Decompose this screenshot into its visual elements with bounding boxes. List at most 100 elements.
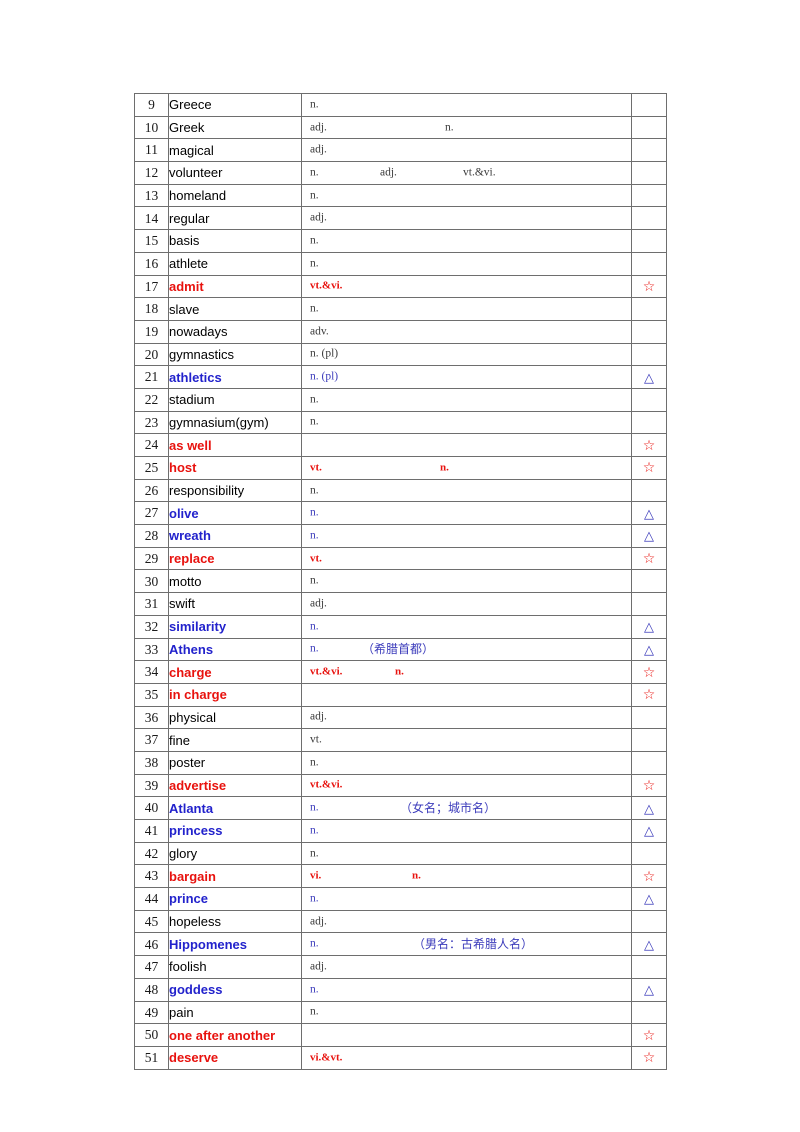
importance-marker-cell — [631, 478, 667, 503]
row-number: 48 — [134, 977, 169, 1002]
importance-marker-cell — [631, 138, 667, 163]
part-of-speech-tag: n. — [310, 483, 319, 496]
row-number: 18 — [134, 297, 169, 321]
importance-marker-cell — [631, 297, 667, 321]
row-number: 21 — [134, 365, 169, 389]
importance-marker-cell: ☆ — [631, 546, 667, 571]
importance-marker-cell — [631, 93, 667, 117]
part-of-speech-cell: vi. n. — [301, 864, 632, 889]
part-of-speech-cell: n. — [301, 93, 632, 117]
part-of-speech-cell: vi.&vt. — [301, 1045, 632, 1070]
part-of-speech-cell: n. — [301, 478, 632, 503]
table-row: 43 bargain vi. n. ☆ — [134, 864, 667, 889]
part-of-speech-tag: n. — [440, 461, 449, 474]
row-number: 41 — [134, 819, 169, 843]
table-row: 45 hopeless adj. — [134, 909, 667, 934]
importance-marker-cell: ☆ — [631, 456, 667, 480]
table-row: 18 slave n. — [134, 297, 667, 321]
triangle-icon: △ — [644, 529, 654, 545]
vocabulary-word: host — [168, 456, 302, 480]
importance-marker-cell — [631, 183, 667, 208]
importance-marker-cell — [631, 410, 667, 435]
row-number: 40 — [134, 796, 169, 820]
vocabulary-word: motto — [168, 569, 302, 594]
part-of-speech-tag: n. — [310, 642, 319, 655]
part-of-speech-tag: n. — [395, 665, 404, 678]
table-row: 27 olive n. △ — [134, 501, 667, 526]
part-of-speech-cell: vt.&vi. — [301, 773, 632, 798]
part-of-speech-cell: n. （女名；城市名） — [301, 796, 632, 820]
vocabulary-word: slave — [168, 297, 302, 321]
row-number: 39 — [134, 773, 169, 798]
part-of-speech-tag: adj. — [380, 166, 397, 179]
row-number: 12 — [134, 161, 169, 185]
importance-marker-cell: ☆ — [631, 1045, 667, 1070]
part-of-speech-cell: vt.&vi. n. — [301, 660, 632, 684]
part-of-speech-tag: n. — [310, 393, 319, 406]
vocabulary-word: bargain — [168, 864, 302, 889]
triangle-icon: △ — [644, 824, 654, 840]
vocabulary-word: olive — [168, 501, 302, 526]
table-row: 15 basis n. — [134, 229, 667, 253]
part-of-speech-cell: vt. — [301, 728, 632, 752]
part-of-speech-tag: n. — [310, 892, 319, 905]
part-of-speech-cell: n. — [301, 387, 632, 412]
table-row: 39 advertise vt.&vi. ☆ — [134, 773, 667, 798]
importance-marker-cell: △ — [631, 365, 667, 389]
part-of-speech-tag: n. — [310, 234, 319, 247]
table-row: 50 one after another ☆ — [134, 1023, 667, 1047]
importance-marker-cell — [631, 206, 667, 231]
vocabulary-word: advertise — [168, 773, 302, 798]
part-of-speech-cell: n. — [301, 183, 632, 208]
importance-marker-cell — [631, 115, 667, 140]
importance-marker-cell: △ — [631, 796, 667, 820]
vocabulary-word: homeland — [168, 183, 302, 208]
part-of-speech-cell: adj. — [301, 138, 632, 163]
star-icon: ☆ — [642, 664, 656, 681]
table-row: 35 in charge ☆ — [134, 682, 667, 707]
importance-marker-cell — [631, 592, 667, 616]
part-of-speech-cell: n. — [301, 977, 632, 1002]
vocabulary-word: regular — [168, 206, 302, 231]
part-of-speech-tag: adj. — [310, 211, 327, 224]
vocabulary-word: nowadays — [168, 319, 302, 344]
part-of-speech-cell: n. — [301, 229, 632, 253]
part-of-speech-cell: n. （男名：古希腊人名） — [301, 932, 632, 957]
chinese-annotation: （女名；城市名） — [400, 801, 497, 816]
table-row: 51 deserve vi.&vt. ☆ — [134, 1045, 667, 1070]
row-number: 43 — [134, 864, 169, 889]
part-of-speech-cell: n. — [301, 524, 632, 548]
row-number: 27 — [134, 501, 169, 526]
row-number: 24 — [134, 433, 169, 457]
part-of-speech-tag: n. (pl) — [310, 347, 339, 360]
table-row: 19 nowadays adv. — [134, 319, 667, 344]
table-row: 12 volunteer n. adj. vt.&vi. — [134, 161, 667, 185]
vocabulary-word: poster — [168, 750, 302, 775]
table-row: 29 replace vt. ☆ — [134, 546, 667, 571]
row-number: 50 — [134, 1023, 169, 1047]
triangle-icon: △ — [644, 983, 654, 999]
table-row: 11 magical adj. — [134, 138, 667, 163]
part-of-speech-cell: n. （希腊首都） — [301, 637, 632, 662]
row-number: 37 — [134, 728, 169, 752]
triangle-icon: △ — [644, 937, 654, 953]
part-of-speech-cell — [301, 682, 632, 707]
vocabulary-word: one after another — [168, 1023, 302, 1047]
table-row: 44 prince n. △ — [134, 887, 667, 911]
part-of-speech-tag: n. — [310, 937, 319, 950]
importance-marker-cell: ☆ — [631, 682, 667, 707]
vocabulary-word: in charge — [168, 682, 302, 707]
star-icon: ☆ — [642, 777, 656, 794]
star-icon: ☆ — [642, 1027, 656, 1044]
row-number: 20 — [134, 342, 169, 367]
table-row: 9 Greece n. — [134, 93, 667, 117]
vocabulary-word: stadium — [168, 387, 302, 412]
importance-marker-cell: △ — [631, 977, 667, 1002]
triangle-icon: △ — [644, 892, 654, 908]
row-number: 32 — [134, 614, 169, 639]
vocabulary-word: admit — [168, 274, 302, 299]
row-number: 17 — [134, 274, 169, 299]
part-of-speech-cell: n. — [301, 1000, 632, 1025]
part-of-speech-tag: n. — [310, 506, 319, 519]
part-of-speech-tag: n. — [310, 415, 319, 428]
